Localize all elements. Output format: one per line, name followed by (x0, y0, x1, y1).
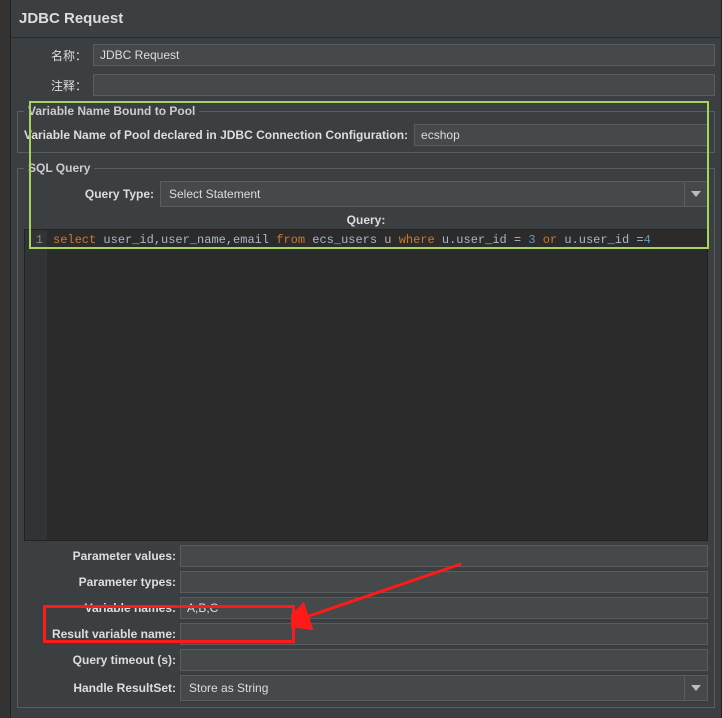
comment-label: 注释： (47, 77, 87, 94)
result-variable-input[interactable] (180, 623, 708, 645)
query-timeout-label: Query timeout (s): (24, 653, 176, 667)
query-type-combo[interactable]: Select Statement (160, 181, 708, 207)
sql-fieldset-title: SQL Query (24, 161, 94, 175)
editor-code[interactable]: select user_id,user_name,email from ecs_… (47, 230, 707, 540)
code-token: 4 (644, 233, 651, 247)
query-type-value: Select Statement (169, 187, 260, 201)
name-row: 名称： (15, 42, 717, 68)
pool-row: Variable Name of Pool declared in JDBC C… (24, 124, 708, 146)
result-variable-label: Result variable name: (24, 627, 176, 641)
variable-names-label: Variable names: (24, 601, 176, 615)
line-number: 1 (25, 232, 43, 248)
handle-resultset-label: Handle ResultSet: (24, 681, 176, 695)
variable-names-row: Variable names: (24, 597, 708, 619)
parameter-values-input[interactable] (180, 545, 708, 567)
code-token: 3 (528, 233, 542, 247)
pool-fieldset-title: Variable Name Bound to Pool (24, 104, 199, 118)
query-timeout-input[interactable] (180, 649, 708, 671)
jdbc-request-panel: JDBC Request 名称： 注释： Variable Name Bound… (10, 0, 722, 718)
pool-label: Variable Name of Pool declared in JDBC C… (24, 128, 408, 142)
handle-resultset-combo[interactable]: Store as String (180, 675, 708, 701)
chevron-down-icon (684, 676, 707, 700)
comment-row: 注释： (15, 72, 717, 98)
parameter-types-row: Parameter types: (24, 571, 708, 593)
code-token: ecs_users u (312, 233, 398, 247)
handle-resultset-value: Store as String (189, 681, 268, 695)
result-variable-row: Result variable name: (24, 623, 708, 645)
handle-resultset-row: Handle ResultSet: Store as String (24, 675, 708, 701)
sql-editor[interactable]: 1 select user_id,user_name,email from ec… (24, 229, 708, 541)
code-token: user_id,user_name,email (103, 233, 276, 247)
comment-input[interactable] (93, 74, 715, 96)
variable-names-input[interactable] (180, 597, 708, 619)
parameter-types-input[interactable] (180, 571, 708, 593)
query-header: Query: (24, 213, 708, 227)
pool-fieldset: Variable Name Bound to Pool Variable Nam… (17, 104, 715, 153)
panel-body: 名称： 注释： Variable Name Bound to Pool Vari… (11, 38, 721, 718)
name-label: 名称： (47, 47, 87, 64)
query-type-row: Query Type: Select Statement (24, 181, 708, 207)
editor-gutter: 1 (25, 230, 47, 540)
code-token: or (543, 233, 565, 247)
page-title: JDBC Request (11, 0, 721, 38)
code-token: where (399, 233, 442, 247)
query-timeout-row: Query timeout (s): (24, 649, 708, 671)
pool-input[interactable] (414, 124, 708, 146)
code-token: u.user_id = (564, 233, 643, 247)
code-token: u.user_id = (442, 233, 528, 247)
code-token: select (53, 233, 103, 247)
name-input[interactable] (93, 44, 715, 66)
parameter-values-row: Parameter values: (24, 545, 708, 567)
code-token: from (276, 233, 312, 247)
sql-fieldset: SQL Query Query Type: Select Statement Q… (17, 161, 715, 708)
parameter-types-label: Parameter types: (24, 575, 176, 589)
chevron-down-icon (684, 182, 707, 206)
parameter-values-label: Parameter values: (24, 549, 176, 563)
query-type-label: Query Type: (24, 187, 154, 201)
